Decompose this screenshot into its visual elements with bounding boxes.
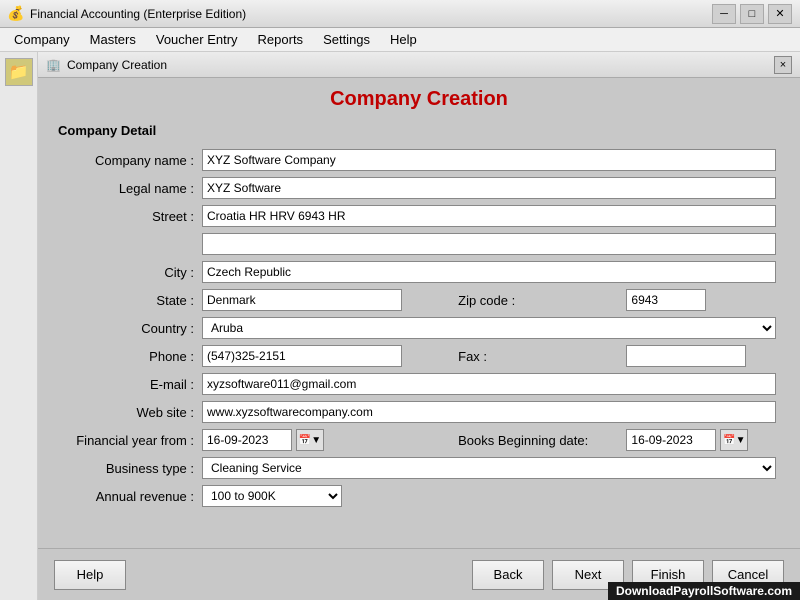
state-input[interactable] [202, 289, 402, 311]
legal-name-input[interactable] [202, 177, 776, 199]
fax-input[interactable] [626, 345, 746, 367]
country-label: Country : [141, 321, 194, 336]
menu-help[interactable]: Help [380, 30, 427, 49]
company-name-row: Company name : [58, 146, 780, 174]
dialog-content: Company Creation Company Detail Company … [38, 78, 800, 548]
sidebar-icon: 📁 [5, 58, 33, 86]
books-begin-label: Books Beginning date: [458, 433, 588, 448]
annual-revenue-label: Annual revenue : [96, 489, 194, 504]
business-type-select[interactable]: Cleaning Service Manufacturing Retail Se… [202, 457, 776, 479]
fin-year-row: Financial year from : 📅▼ Books Beginning… [58, 426, 780, 454]
help-button[interactable]: Help [54, 560, 126, 590]
website-row: Web site : [58, 398, 780, 426]
menu-voucher-entry[interactable]: Voucher Entry [146, 30, 248, 49]
website-label: Web site : [136, 405, 194, 420]
legal-name-row: Legal name : [58, 174, 780, 202]
country-row: Country : Aruba Afghanistan Albania Alge… [58, 314, 780, 342]
app-title: Financial Accounting (Enterprise Edition… [30, 7, 246, 21]
dialog-icon: 🏢 [46, 58, 61, 72]
app-body: 📁 🏢 Company Creation × Company Creation … [0, 52, 800, 600]
email-input[interactable] [202, 373, 776, 395]
content-area: 🏢 Company Creation × Company Creation Co… [38, 52, 800, 600]
annual-revenue-row: Annual revenue : 100 to 900K Less than 1… [58, 482, 780, 510]
street-row: Street : [58, 202, 780, 230]
fin-year-label: Financial year from : [76, 433, 194, 448]
books-begin-input[interactable] [626, 429, 716, 451]
form-heading: Company Creation [58, 88, 780, 111]
close-button[interactable]: ✕ [768, 4, 792, 24]
minimize-button[interactable]: ─ [712, 4, 736, 24]
menu-company[interactable]: Company [4, 30, 80, 49]
state-label: State : [156, 293, 194, 308]
back-button[interactable]: Back [472, 560, 544, 590]
window-controls: ─ □ ✕ [712, 4, 792, 24]
fax-label: Fax : [458, 349, 487, 364]
website-input[interactable] [202, 401, 776, 423]
menu-masters[interactable]: Masters [80, 30, 146, 49]
form-table: Company name : Legal name : Street : [58, 146, 780, 510]
dialog-title-text: Company Creation [67, 58, 167, 72]
app-icon: 💰 [8, 6, 24, 22]
phone-fax-row: Phone : Fax : [58, 342, 780, 370]
sidebar: 📁 [0, 52, 38, 600]
zip-input[interactable] [626, 289, 706, 311]
zip-label: Zip code : [458, 293, 515, 308]
email-row: E-mail : [58, 370, 780, 398]
menu-bar: Company Masters Voucher Entry Reports Se… [0, 28, 800, 52]
street2-input[interactable] [202, 233, 776, 255]
state-zip-row: State : Zip code : [58, 286, 780, 314]
street-input[interactable] [202, 205, 776, 227]
title-bar: 💰 Financial Accounting (Enterprise Editi… [0, 0, 800, 28]
dialog-close-button[interactable]: × [774, 56, 792, 74]
legal-name-label: Legal name : [119, 181, 194, 196]
menu-reports[interactable]: Reports [248, 30, 314, 49]
country-select[interactable]: Aruba Afghanistan Albania Algeria United… [202, 317, 776, 339]
phone-input[interactable] [202, 345, 402, 367]
watermark: DownloadPayrollSoftware.com [608, 582, 800, 600]
street2-row [58, 230, 780, 258]
books-begin-calendar-btn[interactable]: 📅▼ [720, 429, 748, 451]
city-row: City : [58, 258, 780, 286]
fin-year-calendar-btn[interactable]: 📅▼ [296, 429, 324, 451]
fin-year-input[interactable] [202, 429, 292, 451]
maximize-button[interactable]: □ [740, 4, 764, 24]
company-name-input[interactable] [202, 149, 776, 171]
dialog-title-bar: 🏢 Company Creation × [38, 52, 800, 78]
company-name-label: Company name : [95, 153, 194, 168]
phone-label: Phone : [149, 349, 194, 364]
section-header: Company Detail [58, 123, 780, 138]
annual-revenue-select[interactable]: 100 to 900K Less than 100K 1M to 10M Mor… [202, 485, 342, 507]
email-label: E-mail : [150, 377, 194, 392]
street-label: Street : [152, 209, 194, 224]
business-type-label: Business type : [106, 461, 194, 476]
city-label: City : [164, 265, 194, 280]
menu-settings[interactable]: Settings [313, 30, 380, 49]
business-type-row: Business type : Cleaning Service Manufac… [58, 454, 780, 482]
city-input[interactable] [202, 261, 776, 283]
